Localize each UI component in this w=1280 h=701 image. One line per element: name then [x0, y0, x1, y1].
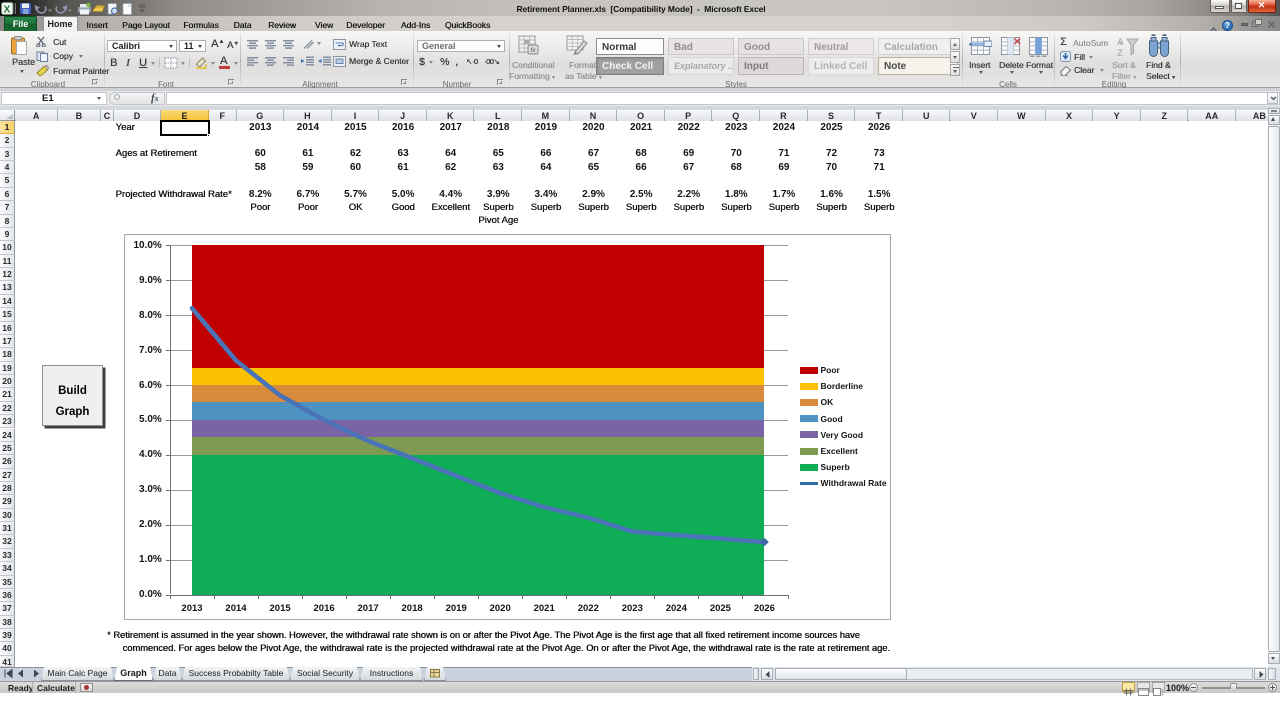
svg-text:A: A [1117, 37, 1124, 48]
svg-text:X: X [4, 4, 11, 15]
svg-text:Z: Z [1117, 48, 1123, 58]
svg-text:fx: fx [530, 47, 536, 54]
